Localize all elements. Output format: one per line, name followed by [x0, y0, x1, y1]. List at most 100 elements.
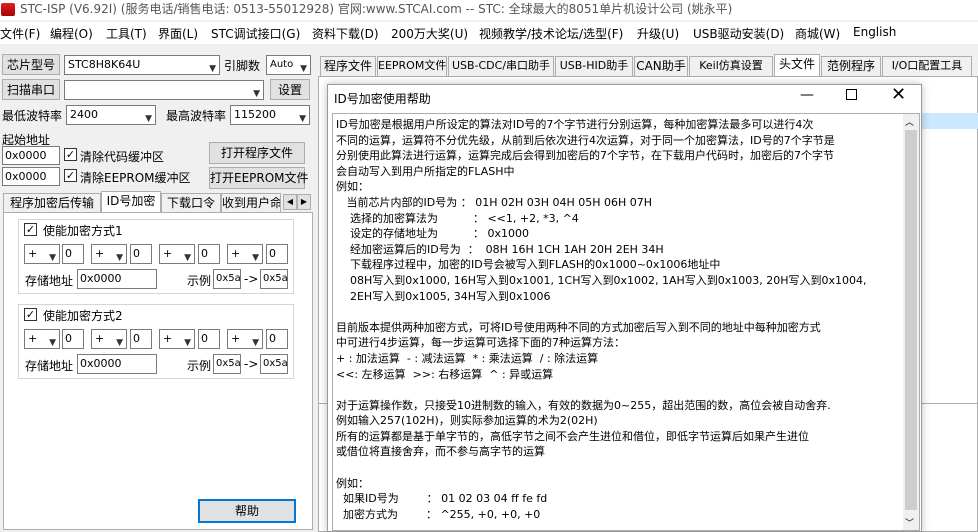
eeprom-start-address-input[interactable]: 0x0000 [2, 167, 60, 186]
help-line [336, 304, 902, 320]
settings-button[interactable]: 设置 [270, 79, 310, 100]
op-select[interactable]: + ▼ [159, 329, 195, 349]
tab-program-file[interactable]: 程序文件 [320, 56, 376, 76]
op-select[interactable]: + ▼ [24, 244, 60, 264]
code-start-address-input[interactable]: 0x0000 [2, 146, 60, 165]
help-line: 当前芯片内部的ID号为 ： 01H 02H 03H 04H 05H 06H 07… [336, 195, 653, 209]
menu-upgrade[interactable]: 升级(U) [637, 25, 679, 42]
menu-debug[interactable]: STC调试接口(G) [211, 25, 300, 42]
minimize-icon[interactable]: — [800, 87, 814, 103]
help-line: 选择的加密算法为 ： <<1, +2, *3, ^4 [336, 211, 579, 225]
port-select[interactable]: ▼ [64, 80, 264, 100]
operand-input[interactable]: 0 [198, 244, 220, 264]
help-line: 对于运算操作数，只接受10进制数的输入，有效的数据为0~255，超出范围的数，高… [336, 398, 831, 412]
menu-award[interactable]: 200万大奖(U) [391, 25, 468, 42]
op-value: + [95, 247, 105, 260]
vertical-scrollbar[interactable]: ︿ ﹀ [903, 114, 919, 530]
scroll-down-icon[interactable]: ﹀ [905, 516, 914, 529]
chip-type-value: STC8H8K64U [68, 58, 141, 71]
operand-input[interactable]: 0 [62, 244, 84, 264]
op-select[interactable]: + ▼ [91, 329, 127, 349]
tab-scroll-left-icon[interactable]: ◀ [283, 194, 297, 210]
menu-store[interactable]: 商城(W) [795, 25, 840, 42]
chevron-down-icon: ▼ [209, 64, 216, 74]
store-address-input[interactable]: 0x0000 [77, 354, 157, 374]
tab-io-config[interactable]: I/O口配置工具 [882, 56, 972, 76]
tab-id-encryption[interactable]: ID号加密 [101, 191, 161, 213]
op-select[interactable]: + ▼ [227, 329, 263, 349]
enable-encryption-1-checkbox[interactable]: ✓ [24, 223, 37, 236]
example-input[interactable]: 0x5a [213, 269, 241, 289]
window-title: STC-ISP (V6.92I) (服务电话/销售电话: 0513-550129… [20, 2, 733, 16]
open-eeprom-file-button[interactable]: 打开EEPROM文件 [209, 167, 309, 189]
menu-english[interactable]: English [853, 25, 896, 39]
operand-input[interactable]: 0 [130, 244, 152, 264]
tab-examples[interactable]: 范例程序 [821, 56, 881, 76]
enable-encryption-1-label: 使能加密方式1 [43, 224, 123, 238]
chip-type-label: 芯片型号 [2, 54, 60, 75]
store-address-label: 存储地址 [25, 274, 74, 288]
maximize-icon[interactable] [846, 89, 857, 100]
menu-tools[interactable]: 工具(T) [106, 25, 147, 42]
pin-count-select[interactable]: Auto ▼ [266, 55, 311, 75]
menu-file[interactable]: 文件(F) [0, 25, 40, 42]
max-baud-select[interactable]: 115200 ▼ [230, 105, 310, 125]
scrollbar-thumb[interactable] [905, 130, 917, 510]
tab-usb-hid[interactable]: USB-HID助手 [555, 56, 633, 76]
store-address-input[interactable]: 0x0000 [77, 269, 157, 289]
min-baud-label: 最低波特率 [2, 109, 63, 123]
op-value: + [163, 247, 173, 260]
op-select[interactable]: + ▼ [159, 244, 195, 264]
tab-keil[interactable]: Keil仿真设置 [689, 56, 773, 76]
help-line: 例如： [336, 180, 369, 194]
operand-input[interactable]: 0 [130, 329, 152, 349]
operand-input[interactable]: 0 [62, 329, 84, 349]
tab-header-file[interactable]: 头文件 [774, 54, 820, 76]
help-line: ID号加密是根据用户所设定的算法对ID号的7个字节进行分别运算，每种加密算法最多… [336, 118, 814, 131]
tab-eeprom-file[interactable]: EEPROM文件 [377, 56, 447, 76]
chevron-down-icon: ▼ [49, 338, 56, 348]
example-input[interactable]: 0x5a [213, 354, 241, 374]
menu-program[interactable]: 编程(O) [50, 25, 93, 42]
example-output: 0x5a [260, 269, 288, 289]
operand-input[interactable]: 0 [198, 329, 220, 349]
menu-usb-driver[interactable]: USB驱动安装(D) [693, 25, 784, 42]
chevron-down-icon: ▼ [184, 253, 191, 263]
scroll-up-icon[interactable]: ︿ [905, 115, 914, 128]
tab-scroll-right-icon[interactable]: ▶ [297, 194, 311, 210]
menu-video[interactable]: 视频教学/技术论坛/选型(F) [479, 25, 623, 42]
chevron-down-icon: ▼ [116, 253, 123, 263]
example-output: 0x5a [260, 354, 288, 374]
min-baud-select[interactable]: 2400 ▼ [66, 105, 156, 125]
chip-type-select[interactable]: STC8H8K64U ▼ [64, 55, 220, 75]
menu-downloads[interactable]: 资料下载(D) [312, 25, 379, 42]
tab-user-command[interactable]: 收到用户命 [221, 193, 281, 213]
op-select[interactable]: + ▼ [91, 244, 127, 264]
help-line: 经加密运算后的ID号为 ： 08H 16H 1CH 1AH 20H 2EH 34… [336, 242, 664, 256]
op-select[interactable]: + ▼ [227, 244, 263, 264]
chevron-down-icon: ▼ [253, 89, 260, 99]
tab-download-password[interactable]: 下载口令 [161, 193, 221, 213]
pin-count-label: 引脚数 [224, 59, 261, 73]
help-line: 不同的运算，运算符不分优先级，从前到后依次进行4次运算，对于同一个加密算法，ID… [336, 133, 835, 147]
help-line: 例如输入257(102H)，则实际参加运算的术为2(02H) [336, 414, 598, 428]
dialog-title: ID号加密使用帮助 [334, 92, 431, 106]
op-value: + [231, 332, 241, 345]
operand-input[interactable]: 0 [266, 329, 288, 349]
help-button[interactable]: 帮助 [198, 499, 296, 523]
close-icon[interactable]: ✕ [891, 84, 906, 105]
help-text-box[interactable]: ID号加密是根据用户所设定的算法对ID号的7个字节进行分别运算，每种加密算法最多… [332, 113, 920, 531]
tab-usb-cdc[interactable]: USB-CDC/串口助手 [448, 56, 554, 76]
enable-encryption-2-checkbox[interactable]: ✓ [24, 308, 37, 321]
scan-port-button[interactable]: 扫描串口 [2, 79, 60, 100]
operand-input[interactable]: 0 [266, 244, 288, 264]
chevron-down-icon: ▼ [49, 253, 56, 263]
arrow-label: -> [244, 357, 259, 371]
clear-code-checkbox[interactable]: ✓ [64, 148, 77, 161]
tab-encrypted-transfer[interactable]: 程序加密后传输 [3, 193, 101, 213]
op-select[interactable]: + ▼ [24, 329, 60, 349]
menu-interface[interactable]: 界面(L) [158, 25, 198, 42]
open-program-file-button[interactable]: 打开程序文件 [209, 142, 305, 164]
clear-eeprom-checkbox[interactable]: ✓ [64, 169, 77, 182]
tab-can[interactable]: CAN助手 [634, 56, 688, 76]
